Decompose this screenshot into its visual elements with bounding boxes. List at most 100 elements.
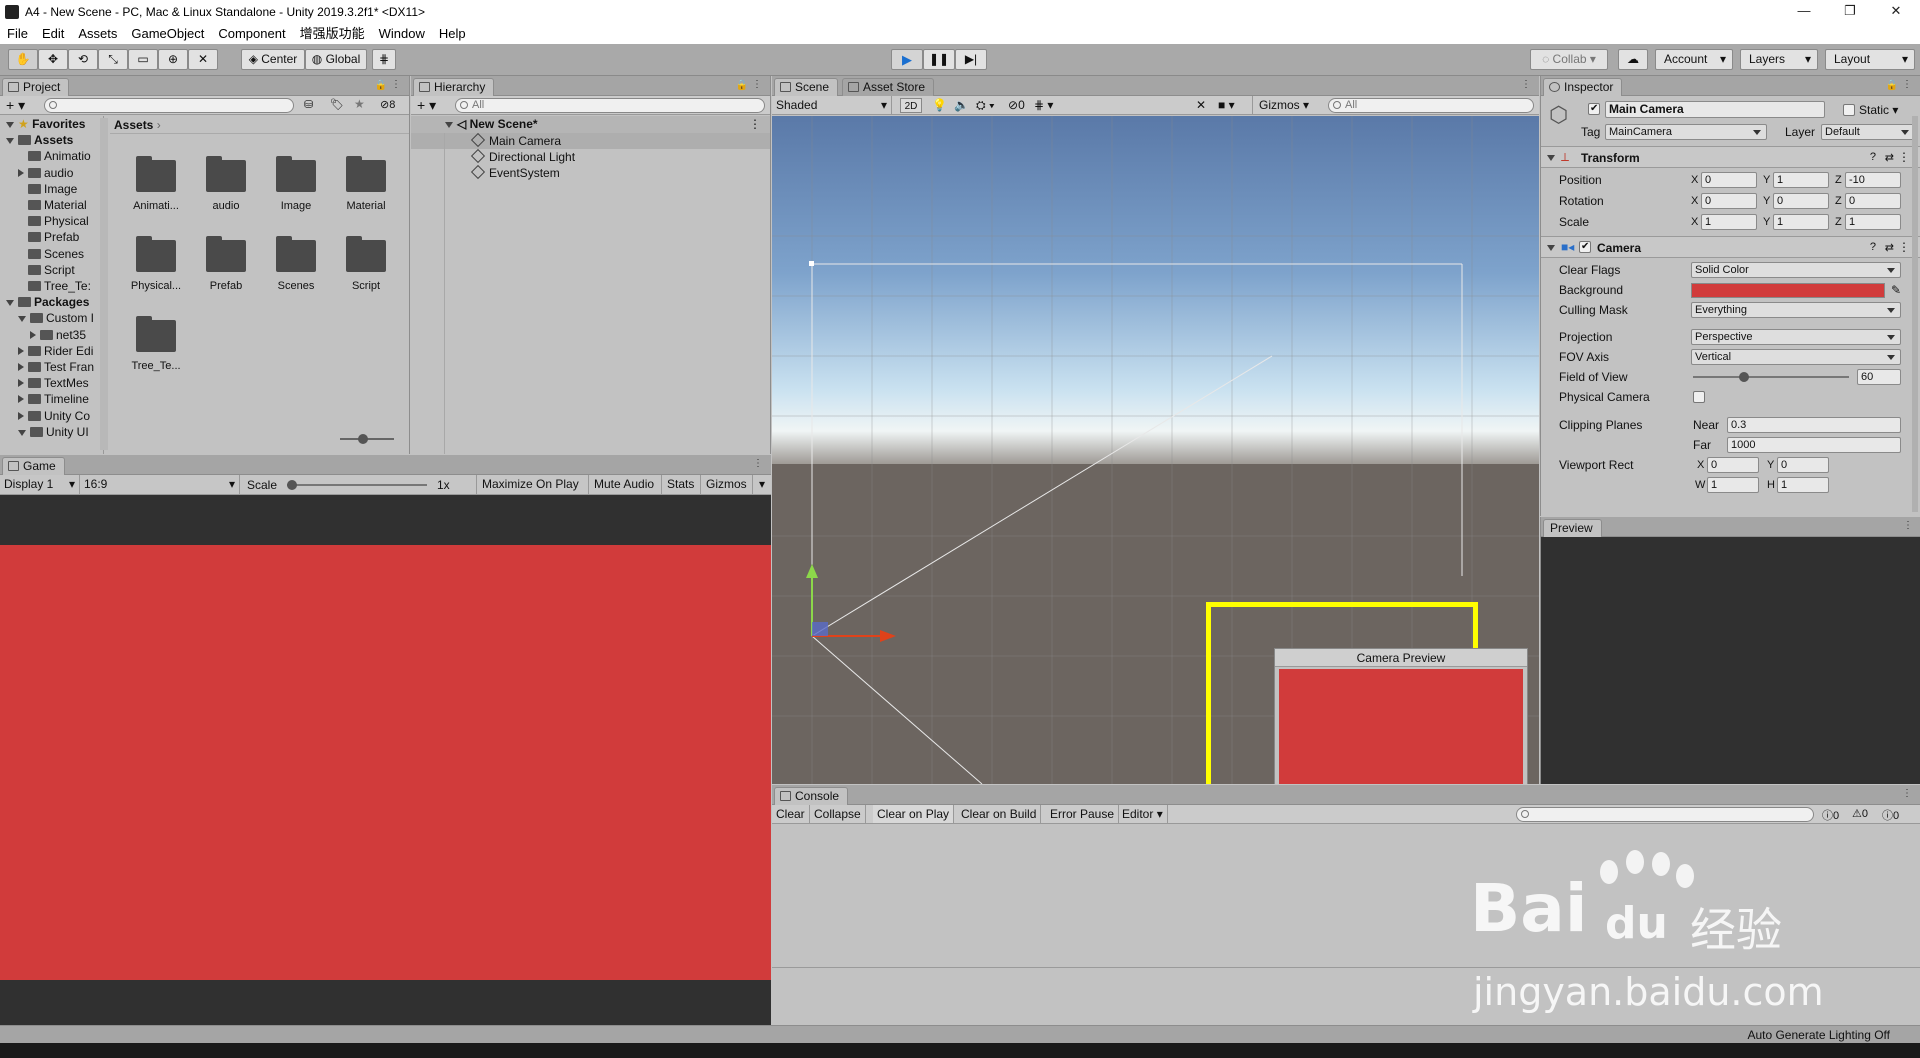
lighting-icon[interactable]: 💡 bbox=[932, 98, 947, 112]
project-tree-item[interactable]: net35 bbox=[30, 327, 86, 343]
axis-label[interactable]: X bbox=[1691, 191, 1698, 211]
cloud-button[interactable]: ☁ bbox=[1618, 49, 1648, 70]
transform-z-input[interactable]: -10 bbox=[1845, 172, 1901, 188]
custom-tool-button[interactable]: ✕ bbox=[188, 49, 218, 70]
eyedropper-icon[interactable]: ✎ bbox=[1891, 280, 1901, 300]
collapse-icon[interactable] bbox=[18, 411, 24, 420]
expand-icon[interactable] bbox=[445, 122, 453, 128]
collapse-icon[interactable] bbox=[18, 363, 24, 371]
hierarchy-search-input[interactable]: All bbox=[455, 98, 765, 113]
static-dropdown[interactable]: Static ▾ bbox=[1859, 103, 1898, 117]
filter-label-icon[interactable]: 🏷 bbox=[330, 98, 344, 111]
near-input[interactable]: 0.3 bbox=[1727, 417, 1901, 433]
collapse-icon[interactable] bbox=[30, 330, 36, 339]
collab-button[interactable]: ◌ Collab ▾ bbox=[1530, 49, 1608, 70]
project-tree-item[interactable]: Unity UI bbox=[18, 424, 89, 440]
project-tree-item[interactable]: Unity Co bbox=[18, 408, 90, 424]
fov-axis-dropdown[interactable]: Vertical bbox=[1691, 349, 1901, 365]
project-tree-item[interactable]: Packages bbox=[6, 294, 89, 310]
folder-label[interactable]: Script bbox=[331, 280, 401, 292]
gizmos-game-button[interactable]: Gizmos bbox=[700, 475, 752, 494]
folder-label[interactable]: Animati... bbox=[121, 200, 191, 212]
project-search-input[interactable] bbox=[44, 98, 294, 113]
console-collapse-button[interactable]: Collapse bbox=[810, 805, 866, 823]
move-tool-button[interactable]: ✥ bbox=[38, 49, 68, 70]
transform-header[interactable]: ⟂ Transform ? ⇄ ⋮ bbox=[1541, 146, 1920, 168]
scale-slider[interactable] bbox=[287, 484, 427, 486]
scene-search-input[interactable]: All bbox=[1328, 98, 1534, 113]
icon-size-slider-thumb[interactable] bbox=[358, 434, 368, 444]
axis-label[interactable]: Y bbox=[1763, 170, 1770, 190]
rect-tool-button[interactable]: ▭ bbox=[128, 49, 158, 70]
tools-icon[interactable]: ✕ bbox=[1196, 98, 1206, 112]
project-tree-item[interactable]: Prefab bbox=[18, 229, 79, 245]
hidden-count[interactable]: ⊘8 bbox=[380, 98, 395, 111]
console-clear-on-play-button[interactable]: Clear on Play bbox=[873, 805, 955, 823]
fov-input[interactable]: 60 bbox=[1857, 369, 1901, 385]
mute-audio-button[interactable]: Mute Audio bbox=[588, 475, 659, 494]
folder-label[interactable]: Prefab bbox=[191, 280, 261, 292]
scene-viewport[interactable]: Camera Preview bbox=[772, 116, 1539, 784]
project-tree-item[interactable]: Assets bbox=[6, 132, 73, 148]
project-tree-item[interactable]: Test Fran bbox=[18, 359, 94, 375]
fov-slider-thumb[interactable] bbox=[1739, 372, 1750, 382]
create-button[interactable]: + ▾ bbox=[417, 97, 436, 114]
console-search-input[interactable] bbox=[1516, 807, 1814, 822]
camera-header[interactable]: ■◂ ✔ Camera ? ⇄ ⋮ bbox=[1541, 236, 1920, 258]
tree-scrollbar[interactable] bbox=[100, 118, 108, 450]
viewport-y-input[interactable]: 0 bbox=[1777, 457, 1829, 473]
folder-icon[interactable] bbox=[276, 156, 316, 192]
menu-edit[interactable]: Edit bbox=[35, 23, 71, 44]
transform-x-input[interactable]: 0 bbox=[1701, 172, 1757, 188]
step-button[interactable]: ▶| bbox=[955, 49, 987, 70]
axis-label[interactable]: X bbox=[1691, 212, 1698, 232]
project-tree-item[interactable]: TextMes bbox=[18, 375, 89, 391]
hierarchy-item-directional-light[interactable]: Directional Light bbox=[470, 148, 575, 165]
folder-label[interactable]: Physical... bbox=[121, 280, 191, 292]
close-button[interactable]: ✕ bbox=[1873, 0, 1919, 23]
audio-icon[interactable]: 🔈 bbox=[954, 98, 969, 112]
clear-flags-dropdown[interactable]: Solid Color bbox=[1691, 262, 1901, 278]
space-global-button[interactable]: ◍ Global bbox=[305, 49, 367, 70]
effects-icon[interactable]: ⛭ ▾ bbox=[976, 98, 995, 113]
expand-icon[interactable] bbox=[18, 429, 26, 436]
frustum-handle[interactable] bbox=[809, 261, 814, 266]
more-icon[interactable]: ⋮ bbox=[753, 458, 763, 469]
axis-label[interactable]: Z bbox=[1835, 191, 1842, 211]
display-dropdown[interactable]: Display 1 ▾ bbox=[0, 475, 80, 494]
hand-tool-button[interactable]: ✋ bbox=[8, 49, 38, 70]
expand-icon[interactable] bbox=[6, 138, 14, 145]
active-checkbox[interactable]: ✔ bbox=[1588, 103, 1600, 115]
scale-slider-thumb[interactable] bbox=[287, 480, 297, 490]
more-icon[interactable]: ⋮ bbox=[749, 116, 761, 133]
expand-icon[interactable] bbox=[18, 316, 26, 323]
project-tree-item[interactable]: Tree_Te: bbox=[18, 278, 91, 294]
physical-camera-checkbox[interactable] bbox=[1693, 391, 1705, 403]
folder-label[interactable]: Scenes bbox=[261, 280, 331, 292]
maximize-button[interactable]: ❐ bbox=[1827, 0, 1873, 23]
viewport-h-input[interactable]: 1 bbox=[1777, 477, 1829, 493]
layers-dropdown[interactable]: Layers ▾ bbox=[1740, 49, 1818, 70]
breadcrumb-assets[interactable]: Assets bbox=[114, 118, 153, 132]
scene-row[interactable]: ◁ New Scene* ⋮ bbox=[411, 116, 770, 133]
tab-project[interactable]: Project bbox=[2, 78, 70, 96]
menu-gameobject[interactable]: GameObject bbox=[124, 23, 211, 44]
project-tree-item[interactable]: Animatio bbox=[18, 148, 91, 164]
console-error-pause-button[interactable]: Error Pause bbox=[1046, 805, 1120, 823]
tab-hierarchy[interactable]: Hierarchy bbox=[413, 78, 495, 96]
gizmos-dropdown[interactable]: ▾ bbox=[752, 475, 771, 494]
project-tree-item[interactable]: Rider Edi bbox=[18, 343, 93, 359]
menu-assets[interactable]: Assets bbox=[71, 23, 124, 44]
transform-x-input[interactable]: 1 bbox=[1701, 214, 1757, 230]
transform-z-input[interactable]: 0 bbox=[1845, 193, 1901, 209]
menu-component[interactable]: Component bbox=[211, 23, 292, 44]
expand-icon[interactable] bbox=[6, 122, 14, 128]
console-clear-button[interactable]: Clear bbox=[772, 805, 810, 823]
transform-y-input[interactable]: 1 bbox=[1773, 172, 1829, 188]
object-name-input[interactable]: Main Camera bbox=[1605, 101, 1825, 118]
transform-z-input[interactable]: 1 bbox=[1845, 214, 1901, 230]
project-tree-item[interactable]: ★ Favorites bbox=[6, 116, 85, 132]
more-icon[interactable]: ⋮ bbox=[1903, 520, 1913, 531]
rotate-tool-button[interactable]: ⟲ bbox=[68, 49, 98, 70]
folder-label[interactable]: audio bbox=[191, 200, 261, 212]
